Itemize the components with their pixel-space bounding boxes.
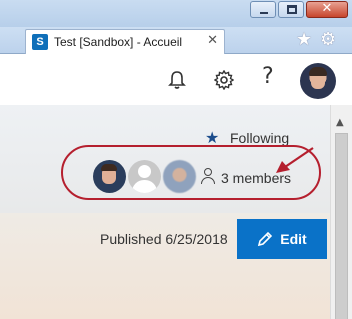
notifications-bell-icon[interactable]: [165, 68, 189, 92]
maximize-icon: [287, 5, 297, 14]
bell-icon: [168, 71, 186, 89]
published-date: Published 6/25/2018: [100, 231, 228, 247]
window-controls: ✕: [250, 1, 348, 18]
minimize-button[interactable]: [250, 1, 276, 18]
help-icon[interactable]: ?: [262, 64, 274, 89]
vertical-scrollbar[interactable]: ▲: [330, 105, 352, 319]
favorites-star-icon[interactable]: ★: [296, 29, 312, 50]
gear-icon: [214, 70, 234, 90]
pencil-icon: [258, 231, 273, 247]
browser-tools-gear-icon[interactable]: ⚙: [320, 29, 336, 50]
edit-button-label: Edit: [280, 231, 307, 247]
avatar-hair: [309, 67, 327, 76]
window-title-bar: ✕: [0, 0, 352, 27]
maximize-button[interactable]: [278, 1, 304, 18]
minimize-icon: [260, 12, 268, 14]
user-avatar[interactable]: [300, 63, 336, 99]
sharepoint-icon: S: [32, 34, 48, 50]
annotation-arrow: [276, 147, 314, 173]
browser-tab-active[interactable]: S Test [Sandbox] - Accueil ✕: [25, 29, 225, 54]
close-window-button[interactable]: ✕: [306, 1, 348, 18]
tab-title: Test [Sandbox] - Accueil: [54, 35, 183, 49]
settings-gear-icon[interactable]: [212, 68, 236, 92]
scrollbar-thumb[interactable]: [335, 133, 348, 319]
edit-button[interactable]: Edit: [237, 219, 327, 259]
scroll-up-arrow-icon[interactable]: ▲: [336, 117, 344, 128]
close-icon: ✕: [321, 1, 333, 16]
tab-close-icon[interactable]: ✕: [207, 33, 218, 48]
